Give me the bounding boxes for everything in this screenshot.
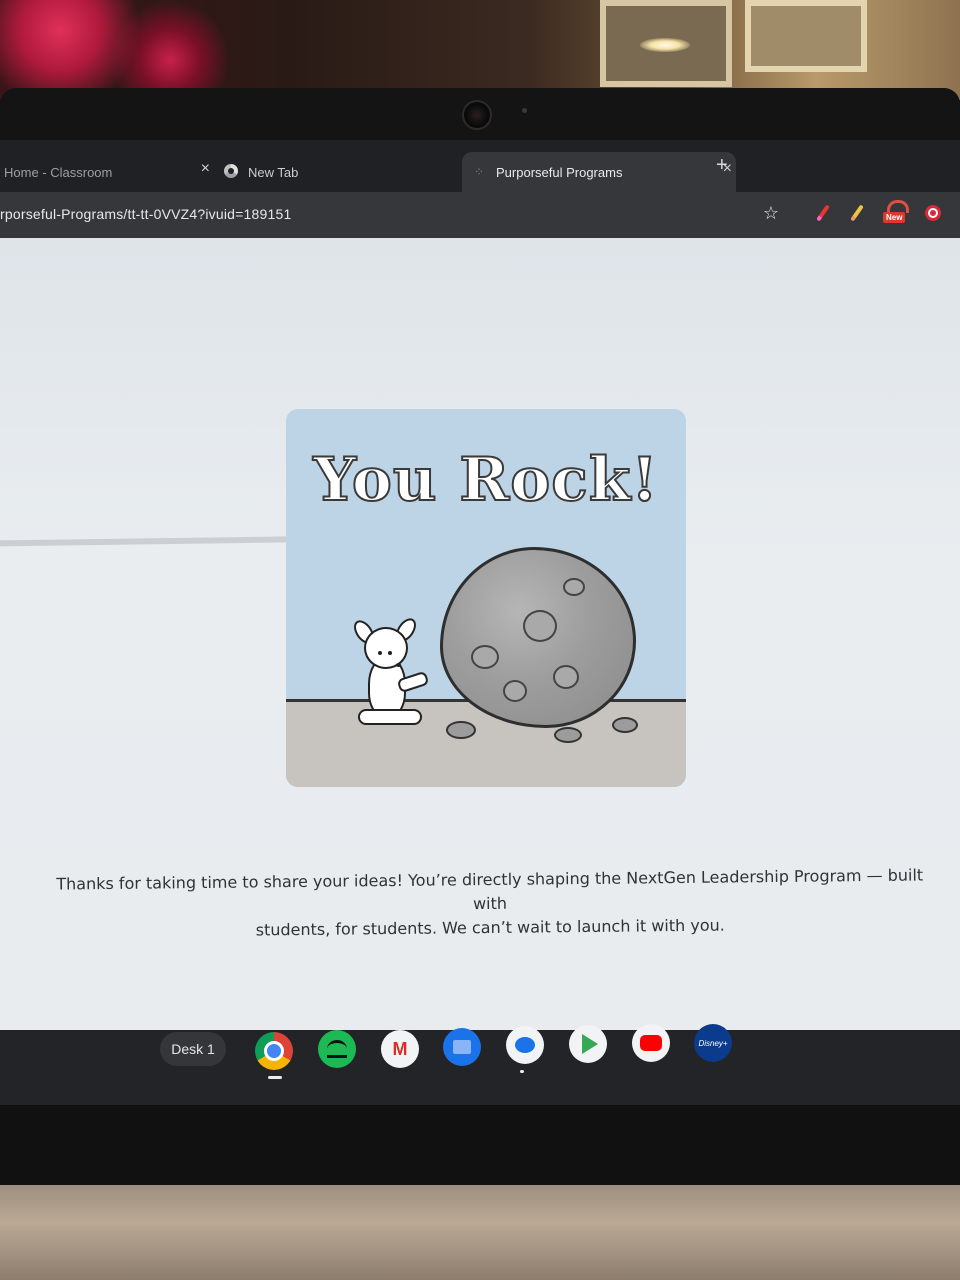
- flowers: [0, 0, 230, 90]
- red-pen-extension-icon[interactable]: [812, 202, 834, 224]
- pebble: [446, 721, 476, 739]
- tab-label: New Tab: [248, 164, 299, 180]
- dog-eye: [388, 651, 392, 655]
- pebble: [554, 727, 582, 743]
- crater: [553, 665, 579, 689]
- bottom-bezel: [0, 1105, 960, 1185]
- extension-new-badge-icon[interactable]: New: [883, 200, 909, 224]
- tab-label: Home - Classroom: [4, 164, 113, 180]
- messages-icon[interactable]: [506, 1026, 544, 1064]
- dog-nose: [396, 663, 401, 667]
- crater: [503, 680, 527, 702]
- disney-plus-icon[interactable]: Disney+: [694, 1024, 732, 1062]
- chrome-icon[interactable]: [255, 1032, 293, 1070]
- screen: Home - Classroom × New Tab × ⁘ Purporsef…: [0, 140, 960, 1105]
- image-title: You Rock!: [312, 444, 659, 516]
- bookmark-star-icon[interactable]: ☆: [760, 202, 782, 224]
- browser-toolbar: rporseful-Programs/tt-tt-0VVZ4?ivuid=189…: [0, 192, 960, 238]
- thank-you-message: Thanks for taking time to share your ide…: [40, 863, 941, 944]
- laptop-chassis: [0, 1185, 960, 1280]
- play-store-icon[interactable]: [569, 1025, 607, 1063]
- tab-strip: Home - Classroom × New Tab × ⁘ Purporsef…: [0, 140, 960, 192]
- tab-home-classroom[interactable]: Home - Classroom ×: [0, 152, 214, 192]
- crater: [563, 578, 585, 596]
- lamp-glow: [640, 38, 690, 52]
- tab-new-tab[interactable]: New Tab ×: [220, 152, 483, 192]
- webcam: [462, 100, 492, 130]
- tab-label: Purporseful Programs: [496, 164, 623, 180]
- dog-head: [364, 627, 408, 669]
- spotify-icon[interactable]: [318, 1030, 356, 1068]
- pebble: [612, 717, 638, 733]
- crater: [523, 610, 557, 642]
- shield-extension-icon[interactable]: [922, 202, 944, 224]
- page-content: You Rock! Thanks for taking time to shar…: [0, 238, 960, 1030]
- running-indicator: [520, 1070, 524, 1073]
- gmail-icon[interactable]: M: [381, 1030, 419, 1068]
- you-rock-image: You Rock!: [286, 409, 686, 787]
- new-badge-label: New: [883, 212, 906, 223]
- youtube-icon[interactable]: [632, 1024, 670, 1062]
- boulder-illustration: [440, 547, 636, 728]
- running-indicator: [268, 1076, 282, 1079]
- files-icon[interactable]: [443, 1028, 481, 1066]
- dog-feet: [358, 709, 422, 725]
- chrome-icon: [224, 164, 238, 178]
- dog-eye: [378, 651, 382, 655]
- loading-icon: ⁘: [474, 165, 485, 179]
- tab-purporseful-programs[interactable]: ⁘ Purporseful Programs ×: [462, 152, 736, 192]
- close-icon[interactable]: ×: [201, 160, 210, 178]
- address-bar[interactable]: rporseful-Programs/tt-tt-0VVZ4?ivuid=189…: [0, 206, 291, 222]
- dog-character: [348, 614, 438, 729]
- highlighter-extension-icon[interactable]: [846, 202, 868, 224]
- background-room: [0, 0, 960, 100]
- light-sensor: [522, 108, 527, 113]
- desk-switcher-button[interactable]: Desk 1: [160, 1032, 226, 1066]
- picture-frame: [745, 0, 867, 72]
- crater: [471, 645, 499, 669]
- new-tab-button[interactable]: +: [716, 154, 728, 177]
